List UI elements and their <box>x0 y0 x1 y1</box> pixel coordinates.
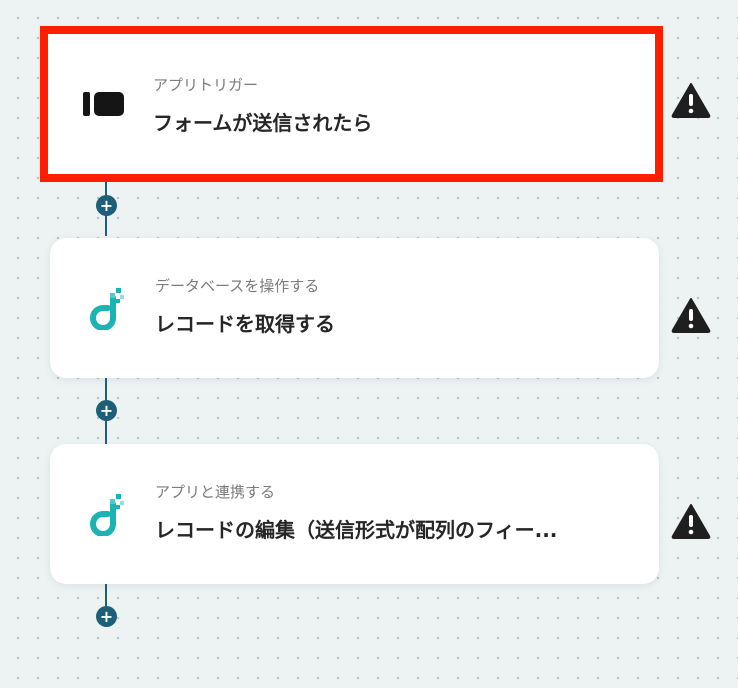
step-title: レコードを取得する <box>155 312 335 336</box>
warning-icon[interactable] <box>671 503 711 539</box>
add-step-button[interactable]: + <box>96 606 117 627</box>
step-subtitle: アプリトリガー <box>153 76 259 94</box>
yoom-database-icon <box>84 492 128 536</box>
flow-step-card-trigger[interactable]: アプリトリガー フォームが送信されたら <box>40 26 663 182</box>
form-trigger-icon <box>82 82 126 126</box>
add-step-button[interactable]: + <box>96 195 117 216</box>
yoom-database-icon <box>84 286 128 330</box>
flow-step-card-database[interactable]: データベースを操作する レコードを取得する <box>50 238 659 378</box>
warning-icon[interactable] <box>671 82 711 118</box>
flow-step-card-app-action[interactable]: アプリと連携する レコードの編集（送信形式が配列のフィー... <box>50 444 659 584</box>
warning-icon[interactable] <box>671 297 711 333</box>
step-subtitle: データベースを操作する <box>155 277 320 295</box>
step-title: レコードの編集（送信形式が配列のフィー... <box>155 518 558 542</box>
step-title: フォームが送信されたら <box>153 111 373 135</box>
step-subtitle: アプリと連携する <box>155 483 276 501</box>
add-step-button[interactable]: + <box>96 400 117 421</box>
